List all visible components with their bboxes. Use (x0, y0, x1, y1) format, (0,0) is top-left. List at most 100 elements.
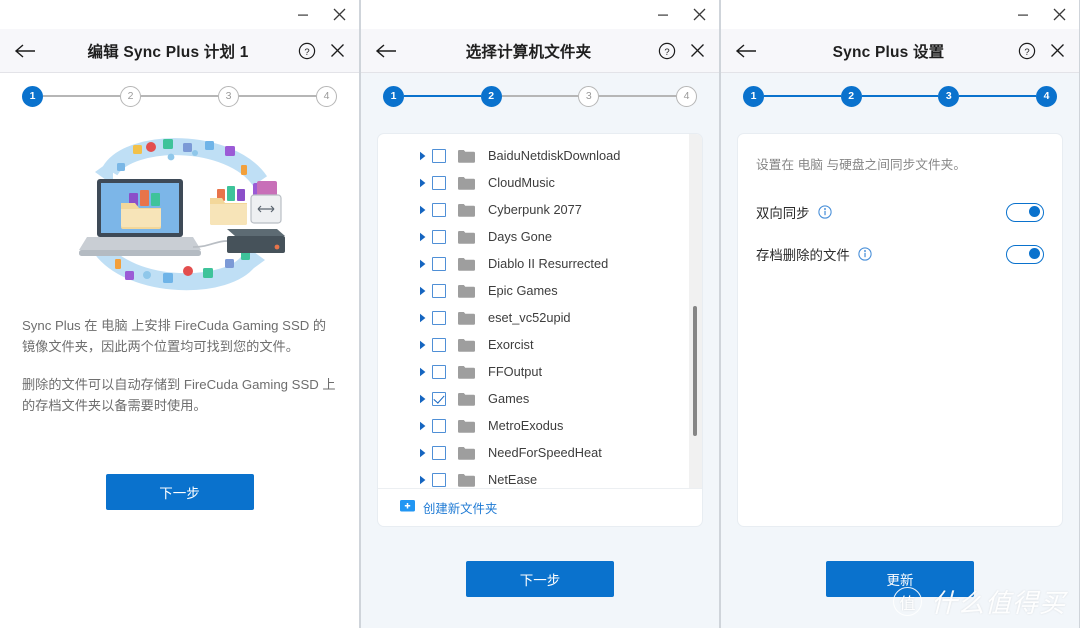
folder-row[interactable]: MetroExodus (378, 412, 702, 439)
step-node-1[interactable]: 1 (743, 85, 764, 107)
close-icon[interactable] (321, 0, 357, 29)
step-node-1[interactable]: 1 (383, 85, 404, 107)
expand-caret-icon[interactable] (414, 286, 432, 296)
folder-row[interactable]: Epic Games (378, 277, 702, 304)
folder-checkbox[interactable] (432, 229, 446, 244)
next-button[interactable]: 下一步 (466, 561, 614, 597)
folder-checkbox[interactable] (432, 445, 446, 460)
folder-icon (458, 230, 475, 244)
step-node-3[interactable]: 3 (578, 85, 600, 107)
minimize-icon[interactable] (1005, 0, 1041, 29)
folder-icon (458, 365, 475, 379)
folder-checkbox[interactable] (432, 391, 446, 406)
close-icon[interactable] (330, 43, 345, 58)
folder-row[interactable]: NetEase (378, 466, 702, 488)
step-node-4[interactable]: 4 (676, 85, 698, 107)
folder-name: Exorcist (488, 337, 534, 352)
close-icon[interactable] (681, 0, 717, 29)
folder-checkbox[interactable] (432, 175, 446, 190)
folder-row[interactable]: Games (378, 385, 702, 412)
expand-caret-icon[interactable] (414, 448, 432, 458)
svg-text:?: ? (664, 46, 669, 57)
expand-caret-icon[interactable] (414, 340, 432, 350)
folder-icon (458, 311, 475, 325)
folder-row[interactable]: Diablo II Resurrected (378, 250, 702, 277)
expand-caret-icon[interactable] (414, 475, 432, 485)
folder-checkbox[interactable] (432, 472, 446, 487)
step-node-2[interactable]: 2 (480, 85, 502, 107)
minimize-icon[interactable] (645, 0, 681, 29)
folder-checkbox[interactable] (432, 256, 446, 271)
minimize-icon[interactable] (285, 0, 321, 29)
folder-checkbox[interactable] (432, 337, 446, 352)
close-icon[interactable] (1050, 43, 1065, 58)
folder-checkbox[interactable] (432, 418, 446, 433)
panel-edit-plan: 编辑 Sync Plus 计划 1 ? 1 2 3 4 Sync Plus 在 … (0, 0, 360, 628)
page-title: 编辑 Sync Plus 计划 1 (87, 43, 249, 61)
info-icon[interactable] (858, 247, 872, 261)
folder-checkbox[interactable] (432, 148, 446, 163)
step-node-2[interactable]: 2 (120, 85, 141, 107)
expand-caret-icon[interactable] (414, 367, 432, 377)
setting-toggle[interactable] (1006, 202, 1044, 222)
expand-caret-icon[interactable] (414, 394, 432, 404)
step-node-4[interactable]: 4 (316, 85, 337, 107)
expand-caret-icon[interactable] (414, 151, 432, 161)
folder-row[interactable]: CloudMusic (378, 169, 702, 196)
folder-browser-card: BaiduNetdiskDownload CloudMusic Cyberpunk … (377, 133, 703, 527)
expand-caret-icon[interactable] (414, 259, 432, 269)
folder-row[interactable]: Cyberpunk 2077 (378, 196, 702, 223)
next-button[interactable]: 下一步 (105, 474, 254, 510)
step-segment-2-3 (501, 94, 579, 98)
new-folder-label[interactable]: 创建新文件夹 (423, 499, 497, 517)
folder-row[interactable]: Exorcist (378, 331, 702, 358)
step-segment-3-4 (599, 94, 677, 98)
setting-toggle[interactable] (1006, 244, 1044, 264)
folder-checkbox[interactable] (432, 202, 446, 217)
folder-name: Epic Games (488, 283, 558, 298)
folder-name: Days Gone (488, 229, 553, 244)
stepper-1: 1 2 3 4 (0, 73, 359, 119)
folder-checkbox[interactable] (432, 310, 446, 325)
folder-icon (458, 392, 475, 406)
help-icon[interactable]: ? (298, 42, 316, 60)
folder-row[interactable]: NeedForSpeedHeat (378, 439, 702, 466)
info-icon[interactable] (817, 205, 832, 219)
folder-icon (458, 473, 475, 487)
scrollbar-thumb[interactable] (693, 306, 697, 436)
close-icon[interactable] (690, 43, 705, 58)
folder-checkbox[interactable] (432, 283, 446, 298)
expand-caret-icon[interactable] (414, 178, 432, 188)
help-icon[interactable]: ? (658, 42, 676, 60)
new-folder-icon (400, 499, 415, 517)
folder-row[interactable]: Days Gone (378, 223, 702, 250)
folder-list[interactable]: BaiduNetdiskDownload CloudMusic Cyberpunk … (378, 134, 702, 488)
step-node-4[interactable]: 4 (1036, 85, 1058, 107)
settings-description: 设置在 电脑 与硬盘之间同步文件夹。 (756, 158, 967, 172)
step-node-3[interactable]: 3 (938, 85, 960, 107)
help-icon[interactable]: ? (1018, 42, 1036, 60)
folder-row[interactable]: BaiduNetdiskDownload (378, 142, 702, 169)
expand-caret-icon[interactable] (414, 232, 432, 242)
expand-caret-icon[interactable] (414, 313, 432, 323)
create-new-folder-row[interactable]: 创建新文件夹 (378, 488, 702, 526)
step-node-1[interactable]: 1 (22, 85, 43, 107)
folder-name: NeedForSpeedHeat (488, 445, 602, 460)
close-icon[interactable] (1041, 0, 1077, 29)
step-segment-2-3 (141, 94, 218, 98)
scrollbar-track[interactable] (689, 134, 702, 488)
description-paragraph-2: 删除的文件可以自动存储到 FireCuda Gaming SSD 上的存档文件夹… (22, 377, 336, 413)
setting-label: 双向同步 (756, 206, 810, 221)
step-segment-3-4 (239, 94, 316, 98)
step-node-2[interactable]: 2 (840, 85, 862, 107)
folder-row[interactable]: eset_vc52upid (378, 304, 702, 331)
expand-caret-icon[interactable] (414, 421, 432, 431)
folder-checkbox[interactable] (432, 364, 446, 379)
folder-name: NetEase (488, 472, 538, 487)
description-block: Sync Plus 在 电脑 上安排 FireCuda Gaming SSD 的… (0, 309, 359, 433)
expand-caret-icon[interactable] (414, 205, 432, 215)
folder-icon (458, 257, 475, 271)
update-button[interactable]: 更新 (826, 561, 974, 597)
step-node-3[interactable]: 3 (218, 85, 239, 107)
folder-row[interactable]: FFOutput (378, 358, 702, 385)
